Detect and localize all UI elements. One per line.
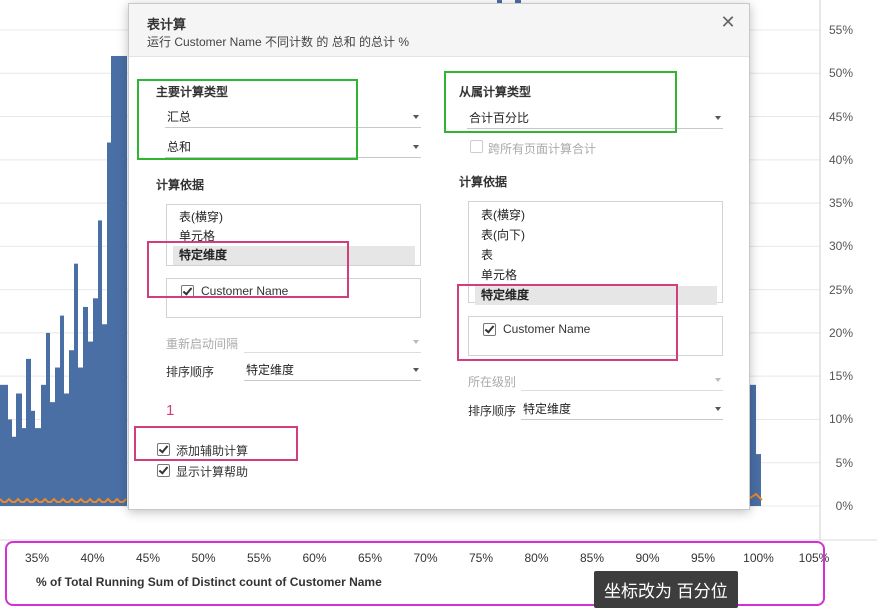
dialog-title: 表计算	[147, 17, 187, 32]
y-tick-label: 35%	[828, 196, 853, 211]
secondary-type-highlight-box	[444, 71, 677, 133]
y-tick-label: 45%	[828, 109, 853, 124]
secondary-level-label: 所在级别	[468, 375, 517, 389]
checkmark-icon	[158, 464, 169, 475]
histogram-bar	[16, 393, 22, 506]
primary-dimension-highlight-box	[147, 241, 349, 298]
screenshot-stage: 55% 50% 45% 40% 35% 30% 25% 20% 15% 10% 5% 0% 35% 40…	[0, 0, 877, 609]
histogram-bar	[74, 263, 78, 506]
y-tick-label: 15%	[828, 369, 853, 384]
add-secondary-highlight-box	[134, 426, 298, 461]
histogram-bar	[750, 384, 756, 506]
histogram-bar	[12, 436, 16, 506]
primary-sort-value: 特定维度	[246, 363, 295, 377]
list-item[interactable]: 表	[481, 246, 493, 265]
primary-restart-dropdown[interactable]	[244, 331, 421, 353]
histogram-bar	[93, 298, 98, 506]
histogram-bar	[98, 220, 102, 506]
histogram-bar	[88, 341, 93, 506]
y-tick-label: 50%	[828, 66, 853, 81]
histogram-bar	[50, 402, 55, 506]
histogram-bar	[64, 393, 69, 506]
across-pages-label: 跨所有页面计算合计	[488, 142, 597, 156]
secondary-compute-using-label: 计算依据	[459, 175, 508, 189]
histogram-bar	[35, 428, 41, 506]
chevron-down-icon	[715, 378, 721, 382]
secondary-dimension-highlight-box	[457, 284, 678, 361]
across-pages-checkbox[interactable]	[470, 140, 483, 153]
histogram-bar	[22, 428, 26, 506]
axis-annotation-note: 坐标改为 百分位	[594, 571, 738, 608]
primary-restart-label: 重新启动间隔	[166, 337, 239, 351]
histogram-bar	[31, 410, 35, 506]
y-tick-label: 20%	[828, 325, 853, 340]
chevron-down-icon	[413, 145, 419, 149]
histogram-bar	[8, 419, 12, 506]
secondary-sort-value: 特定维度	[523, 402, 572, 416]
list-item[interactable]: 表(横穿)	[481, 206, 525, 225]
y-tick-label: 30%	[828, 239, 853, 254]
dialog-subtitle: 运行 Customer Name 不同计数 的 总和 的总计 %	[147, 35, 410, 49]
y-tick-label: 10%	[828, 412, 853, 427]
y-tick-label: 40%	[828, 152, 853, 167]
histogram-bar	[60, 315, 64, 506]
list-item[interactable]: 单元格	[481, 266, 517, 285]
histogram-bar	[41, 384, 46, 506]
dialog-header: 表计算 运行 Customer Name 不同计数 的 总和 的总计 % ✕	[129, 4, 749, 57]
y-tick-label: 25%	[828, 282, 853, 297]
primary-compute-using-label: 计算依据	[156, 178, 205, 192]
chevron-down-icon	[413, 340, 419, 344]
list-item[interactable]: 表(向下)	[481, 226, 525, 245]
histogram-bar	[46, 332, 50, 506]
show-calc-help-label: 显示计算帮助	[176, 465, 249, 479]
chevron-down-icon	[715, 407, 721, 411]
close-icon[interactable]: ✕	[717, 11, 739, 33]
y-tick-label: 5%	[835, 455, 853, 470]
histogram-bar	[26, 358, 31, 506]
histogram-bar	[0, 384, 8, 506]
secondary-level-dropdown[interactable]	[521, 369, 723, 391]
histogram-bar	[55, 367, 60, 506]
histogram-bar	[69, 350, 74, 506]
secondary-sort-label: 排序顺序	[468, 404, 517, 418]
chevron-down-icon	[413, 368, 419, 372]
primary-sort-label: 排序顺序	[166, 365, 215, 379]
chevron-down-icon	[413, 115, 419, 119]
chevron-down-icon	[715, 116, 721, 120]
histogram-bar	[78, 367, 83, 506]
primary-type-highlight-box	[137, 79, 358, 160]
secondary-sort-dropdown[interactable]: 特定维度	[521, 398, 723, 420]
histogram-bar	[111, 55, 127, 507]
y-tick-label: 55%	[828, 23, 853, 37]
histogram-bar	[83, 306, 88, 506]
histogram-bar	[102, 324, 107, 506]
step-number: 1	[166, 402, 175, 419]
primary-sort-dropdown[interactable]: 特定维度	[244, 359, 421, 381]
histogram-bar	[107, 142, 111, 506]
show-calc-help-checkbox[interactable]	[157, 464, 170, 477]
y-tick-label: 0%	[835, 499, 853, 513]
list-item[interactable]: 表(横穿)	[179, 208, 223, 227]
